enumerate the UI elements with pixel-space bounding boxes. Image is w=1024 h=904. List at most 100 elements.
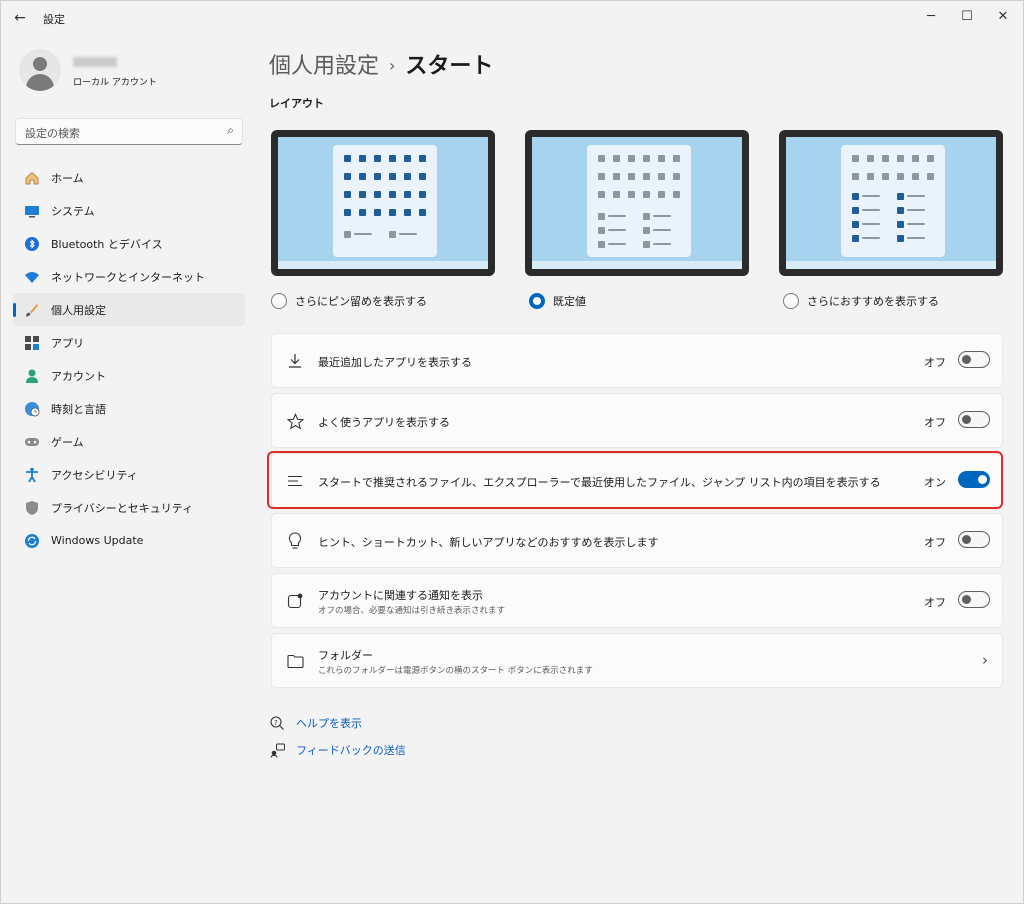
preview-tile [673,155,680,162]
tips-recommendations-toggle[interactable] [958,531,990,548]
toggle-state-label: オフ [924,596,946,609]
sidebar-item-bluetooth[interactable]: Bluetooth とデバイス [13,227,245,260]
title-bar: ← 設定 ─ ☐ ✕ [1,1,1023,33]
minimize-button[interactable]: ─ [913,1,949,31]
layout-radio-row[interactable]: 既定値 [529,293,586,309]
preview-tile [404,191,411,198]
preview-tile [419,209,426,216]
setting-recommended-files[interactable]: スタートで推奨されるファイル、エクスプローラーで最近使用したファイル、ジャンプ … [271,453,1003,508]
sidebar-item-accounts[interactable]: アカウント [13,359,245,392]
help-link-row[interactable]: ? ヘルプを表示 [269,715,362,731]
preview-tile [598,227,605,234]
layout-preview-more-pins[interactable] [271,130,495,276]
sidebar-item-label: ゲーム [51,435,84,449]
preview-tile [374,209,381,216]
search-icon: ⌕ [227,123,234,137]
close-button[interactable]: ✕ [985,1,1021,31]
preview-tile [852,173,859,180]
sidebar-item-label: システム [51,204,95,218]
most-used-apps-toggle[interactable] [958,411,990,428]
sidebar-nav: ホーム システム Bluetooth とデバイス ネットワークとインターネット … [13,161,245,557]
setting-recently-added-apps[interactable]: 最近追加したアプリを表示する オフ [271,333,1003,388]
preview-tile [344,173,351,180]
setting-folders[interactable]: フォルダー これらのフォルダーは電源ボタンの横のスタート ボタンに表示されます … [271,633,1003,688]
preview-tile [598,191,605,198]
sidebar-item-system[interactable]: システム [13,194,245,227]
preview-tile [658,173,665,180]
preview-tile [897,155,904,162]
preview-tile [598,241,605,248]
layout-preview-more-recommendations[interactable] [779,130,1003,276]
preview-tile [419,155,426,162]
feedback-icon [269,742,285,758]
sidebar-item-time-language[interactable]: 時刻と言語 [13,392,245,425]
sidebar-item-label: アカウント [51,369,106,383]
sidebar-item-windows-update[interactable]: Windows Update [13,524,245,557]
radio-default[interactable] [529,293,545,309]
preview-tile [374,191,381,198]
preview-line [354,233,372,235]
sidebar-item-label: 個人用設定 [51,303,106,317]
setting-account-notifications[interactable]: アカウントに関連する通知を表示 オフの場合、必要な通知は引き続き表示されます オ… [271,573,1003,628]
sidebar-item-label: ネットワークとインターネット [51,270,205,284]
recently-added-apps-toggle[interactable] [958,351,990,368]
sidebar-item-label: ホーム [51,171,84,185]
preview-tile [419,191,426,198]
layout-section-label: レイアウト [269,97,324,110]
setting-tips-recommendations[interactable]: ヒント、ショートカット、新しいアプリなどのおすすめを表示します オフ [271,513,1003,568]
setting-title: スタートで推奨されるファイル、エクスプローラーで最近使用したファイル、ジャンプ … [318,476,881,489]
preview-tile [374,155,381,162]
account-notifications-toggle[interactable] [958,591,990,608]
feedback-link[interactable]: フィードバックの送信 [296,742,406,758]
toggle-state-label: オフ [924,356,946,369]
preview-tile [643,213,650,220]
preview-line [907,223,925,225]
setting-most-used-apps[interactable]: よく使うアプリを表示する オフ [271,393,1003,448]
sidebar-item-network[interactable]: ネットワークとインターネット [13,260,245,293]
radio-more-pins[interactable] [271,293,287,309]
search-input[interactable]: 設定の検索 [25,125,80,141]
preview-line [862,195,880,197]
update-icon [23,532,41,550]
preview-line [862,237,880,239]
preview-tile [658,155,665,162]
preview-taskbar [532,261,742,269]
preview-tile [658,191,665,198]
back-arrow-icon[interactable]: ← [9,7,31,29]
radio-label: さらにピン留めを表示する [295,295,427,308]
sidebar-item-label: 時刻と言語 [51,402,106,416]
toggle-knob [962,535,971,544]
sidebar-item-gaming[interactable]: ゲーム [13,425,245,458]
preview-tile [628,155,635,162]
layout-radio-row[interactable]: さらにピン留めを表示する [271,293,427,309]
preview-tile [897,207,904,214]
preview-tile [852,221,859,228]
window-title: 設定 [43,13,65,26]
preview-line [907,195,925,197]
preview-tile [359,191,366,198]
sidebar-item-accessibility[interactable]: アクセシビリティ [13,458,245,491]
sidebar-item-privacy[interactable]: プライバシーとセキュリティ [13,491,245,524]
preview-tile [389,155,396,162]
preview-tile [374,173,381,180]
preview-tile [643,191,650,198]
bluetooth-icon [23,235,41,253]
preview-tile [389,209,396,216]
recommended-files-toggle[interactable] [958,471,990,488]
layout-preview-default[interactable] [525,130,749,276]
preview-tile [673,173,680,180]
sidebar-item-apps[interactable]: アプリ [13,326,245,359]
breadcrumb-parent[interactable]: 個人用設定 [269,54,379,79]
breadcrumb-separator-icon: › [389,56,396,75]
sidebar-item-home[interactable]: ホーム [13,161,245,194]
help-link[interactable]: ヘルプを表示 [296,715,362,731]
radio-more-recommendations[interactable] [783,293,799,309]
layout-radio-row[interactable]: さらにおすすめを表示する [783,293,939,309]
feedback-link-row[interactable]: フィードバックの送信 [269,742,406,758]
avatar-body [26,74,54,91]
sidebar-item-personalization[interactable]: 個人用設定 [13,293,245,326]
preview-tile [882,155,889,162]
preview-line [608,215,626,217]
maximize-button[interactable]: ☐ [949,1,985,31]
search-box[interactable]: 設定の検索 ⌕ [15,118,243,145]
